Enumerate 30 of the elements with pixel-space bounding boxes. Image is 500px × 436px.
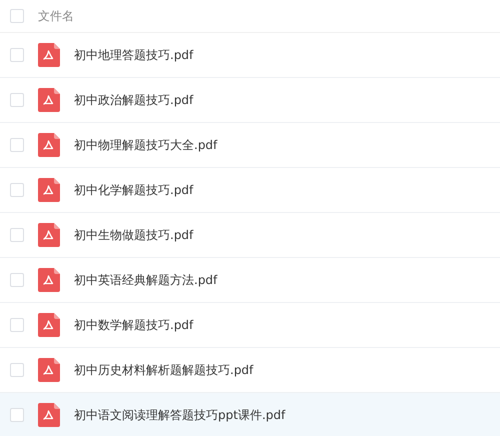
checkbox[interactable] [10,93,24,107]
pdf-file-icon [38,223,60,247]
pdf-file-icon [38,88,60,112]
file-row[interactable]: 初中语文阅读理解答题技巧ppt课件.pdf [0,393,500,436]
file-name: 初中语文阅读理解答题技巧ppt课件.pdf [74,406,286,424]
file-name: 初中生物做题技巧.pdf [74,226,194,244]
file-name: 初中历史材料解析题解题技巧.pdf [74,362,254,378]
checkbox[interactable] [10,318,24,332]
checkbox[interactable] [10,273,24,287]
checkbox[interactable] [10,48,24,62]
checkbox[interactable] [10,138,24,152]
file-name: 初中英语经典解题方法.pdf [74,272,218,288]
pdf-file-icon [38,43,60,67]
file-name: 初中数学解题技巧.pdf [74,316,194,334]
pdf-file-icon [38,313,60,337]
checkbox[interactable] [10,228,24,242]
column-header: 文件名 [38,8,74,24]
file-name: 初中化学解题技巧.pdf [74,182,194,198]
checkbox[interactable] [10,183,24,197]
pdf-file-icon [38,178,60,202]
pdf-file-icon [38,268,60,292]
file-name: 初中地理答题技巧.pdf [74,46,194,64]
checkbox[interactable] [10,408,24,422]
file-name: 初中物理解题技巧大全.pdf [74,136,218,154]
pdf-file-icon [38,133,60,157]
file-name: 初中政治解题技巧.pdf [74,92,194,108]
checkbox[interactable] [10,363,24,377]
pdf-file-icon [38,358,60,382]
checkbox[interactable] [10,9,24,23]
pdf-file-icon [38,403,60,427]
